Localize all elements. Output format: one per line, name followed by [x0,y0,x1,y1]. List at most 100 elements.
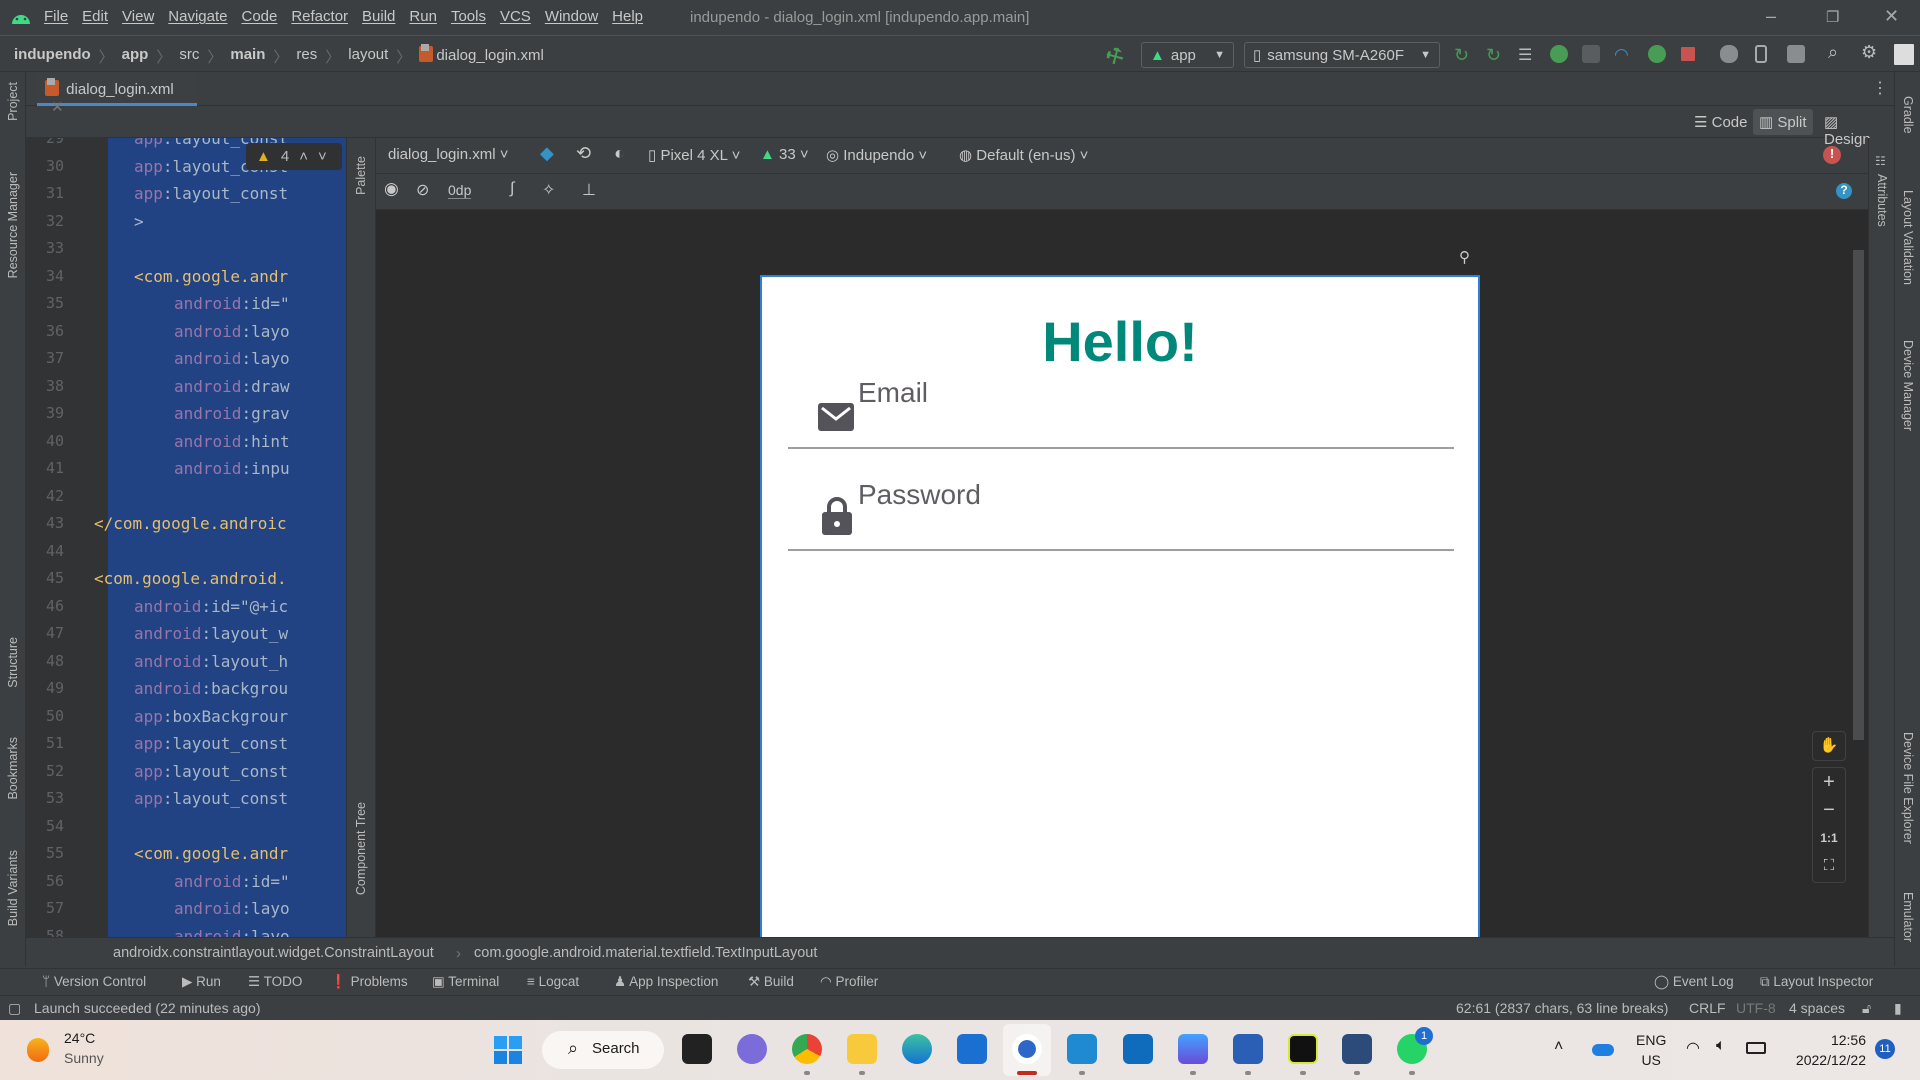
layout-validation-tool-button[interactable]: Layout Validation [1901,190,1915,285]
design-canvas[interactable]: ⚲ Hello! Email Password ✋ + − 1:1 ⛶ [376,210,1868,937]
code-line[interactable]: 43 </com.google.androic [26,510,346,538]
terminal-tool-button[interactable]: ▣ Terminal [432,974,499,990]
code-line[interactable]: 38 android:draw [26,373,346,401]
code-view-button[interactable]: ☰ Code [1688,109,1753,135]
menu-vcs[interactable]: VCS [500,8,531,25]
zoom-actual-size-button[interactable]: 1:1 [1813,824,1845,852]
layout-file-dropdown[interactable]: dialog_login.xml ˅ [388,146,509,163]
password-field[interactable]: Password [788,479,1454,551]
menu-view[interactable]: View [122,8,154,25]
crumb-main[interactable]: main [230,46,265,67]
weather-temp[interactable]: 24°C [64,1030,95,1046]
guidelines-icon[interactable]: ⊥ [582,180,596,200]
logcat-tool-button[interactable]: ≡ Logcat [527,974,579,989]
menu-help[interactable]: Help [612,8,643,25]
device-file-explorer-tool-button[interactable]: Device File Explorer [1901,732,1915,844]
debug-icon[interactable] [1550,45,1568,63]
problems-tool-button[interactable]: ❗ Problems [330,974,408,990]
menu-run[interactable]: Run [409,8,437,25]
build-tool-button[interactable]: ⚒ Build [748,974,794,990]
chrome-icon[interactable] [792,1034,822,1064]
code-editor[interactable]: 29 app:layout_const 30 app:layout_const 31 ap… [26,138,346,937]
infer-constraints-icon[interactable]: ✧ [542,180,555,200]
code-line[interactable]: 55 <com.google.andr [26,840,346,868]
task-view-icon[interactable] [682,1034,712,1064]
code-line[interactable]: 39 android:grav [26,400,346,428]
menu-code[interactable]: Code [241,8,277,25]
todo-tool-button[interactable]: ☰ TODO [248,974,302,990]
autoconnect-magnet-icon[interactable]: ⊘ [416,180,429,200]
locale-dropdown[interactable]: ◍ Default (en-us) ˅ [959,146,1088,164]
device-manager-icon[interactable] [1755,45,1767,63]
hammer-build-icon[interactable]: ⚒ [1101,41,1129,72]
code-line[interactable]: 32 > [26,208,346,236]
night-mode-icon[interactable]: ◐ [614,143,625,164]
orientation-icon[interactable]: ⟲ [576,143,591,164]
word-icon[interactable] [1233,1034,1263,1064]
zoom-out-button[interactable]: − [1813,796,1845,824]
vscode-icon[interactable] [1067,1034,1097,1064]
inspection-widget[interactable]: ▲ 4 ˄ ˅ [246,143,342,170]
code-line[interactable]: 34 <com.google.andr [26,263,346,291]
crumb-layout[interactable]: layout [348,46,388,67]
code-line[interactable]: 45 <com.google.android. [26,565,346,593]
device-preview-dropdown[interactable]: ▯ Pixel 4 XL ˅ [648,146,740,164]
component-crumb-constraintlayout[interactable]: androidx.constraintlayout.widget.Constra… [113,945,434,961]
pin-icon[interactable]: ⚲ [1459,248,1470,266]
crumb-res[interactable]: res [296,46,317,67]
zoom-to-fit-button[interactable]: ⛶ [1813,852,1845,880]
theme-dropdown[interactable]: ◎ Indupendo ˅ [826,146,927,164]
stop-icon[interactable] [1681,47,1695,61]
gradle-tool-button[interactable]: Gradle [1901,96,1915,134]
microsoft-store-icon[interactable] [957,1034,987,1064]
caret-position[interactable]: 62:61 (2837 chars, 63 line breaks) [1456,1000,1668,1016]
profiler-tool-button[interactable]: ◠ Profiler [820,974,878,990]
file-explorer-icon[interactable] [847,1034,877,1064]
search-icon[interactable]: ⌕ [1828,42,1846,62]
component-crumb-textinputlayout[interactable]: com.google.android.material.textfield.Te… [474,945,817,961]
line-separator[interactable]: CRLF [1689,1000,1726,1016]
app-inspection-tool-button[interactable]: ♟ App Inspection [614,974,718,990]
emulator-tool-button[interactable]: Emulator [1901,892,1915,942]
pycharm-icon[interactable] [1288,1034,1318,1064]
code-line[interactable]: 42 [26,483,346,511]
layout-preview[interactable]: Hello! Email Password [760,275,1480,937]
email-field[interactable]: Email [788,377,1454,449]
resource-manager-tool-button[interactable]: Resource Manager [6,172,20,278]
notification-center-badge[interactable]: 11 [1875,1039,1895,1059]
battery-icon[interactable] [1746,1042,1766,1054]
onedrive-icon[interactable] [1592,1044,1614,1056]
gradle-sync-icon[interactable] [1720,45,1738,63]
code-line[interactable]: 50 app:boxBackgrour [26,703,346,731]
code-line[interactable]: 53 app:layout_const [26,785,346,813]
structure-tool-button[interactable]: Structure [6,637,20,688]
crumb-app[interactable]: app [122,46,149,67]
code-line[interactable]: 36 android:layo [26,318,346,346]
previous-warning-icon[interactable]: ˄ [299,148,308,165]
language-indicator[interactable]: ENG US [1636,1030,1666,1070]
coverage-icon[interactable] [1582,45,1600,63]
volume-icon[interactable]: 🔈︎ [1716,1037,1726,1055]
vertical-scrollbar[interactable] [1853,250,1864,740]
version-control-tool-button[interactable]: ᛘ Version Control [42,974,146,989]
code-line[interactable]: 48 android:layout_h [26,648,346,676]
design-surface-icon[interactable]: ◆ [540,143,554,164]
menu-build[interactable]: Build [362,8,395,25]
profile-icon[interactable]: ◠ [1614,45,1632,64]
menu-edit[interactable]: Edit [82,8,108,25]
photos-icon[interactable] [1178,1034,1208,1064]
split-view-button[interactable]: ▥ Split [1753,109,1813,135]
crumb-project[interactable]: indupendo [14,46,91,67]
outlook-icon[interactable] [1123,1034,1153,1064]
tab-dialog-login[interactable]: dialog_login.xml ✕ [37,72,197,116]
teams-chat-icon[interactable] [737,1034,767,1064]
preview-title[interactable]: Hello! [762,309,1478,374]
attributes-tool-button[interactable]: Attributes [1875,174,1889,227]
file-encoding[interactable]: UTF-8 [1736,1000,1776,1016]
gear-icon[interactable]: ⚙ [1861,42,1879,62]
menu-refactor[interactable]: Refactor [291,8,348,25]
apply-code-changes-icon[interactable]: ↻ [1486,45,1504,65]
eye-icon[interactable]: ◉ [384,179,399,199]
event-log-tool-button[interactable]: ◯ Event Log [1654,974,1734,990]
code-line[interactable]: 35 android:id=" [26,290,346,318]
